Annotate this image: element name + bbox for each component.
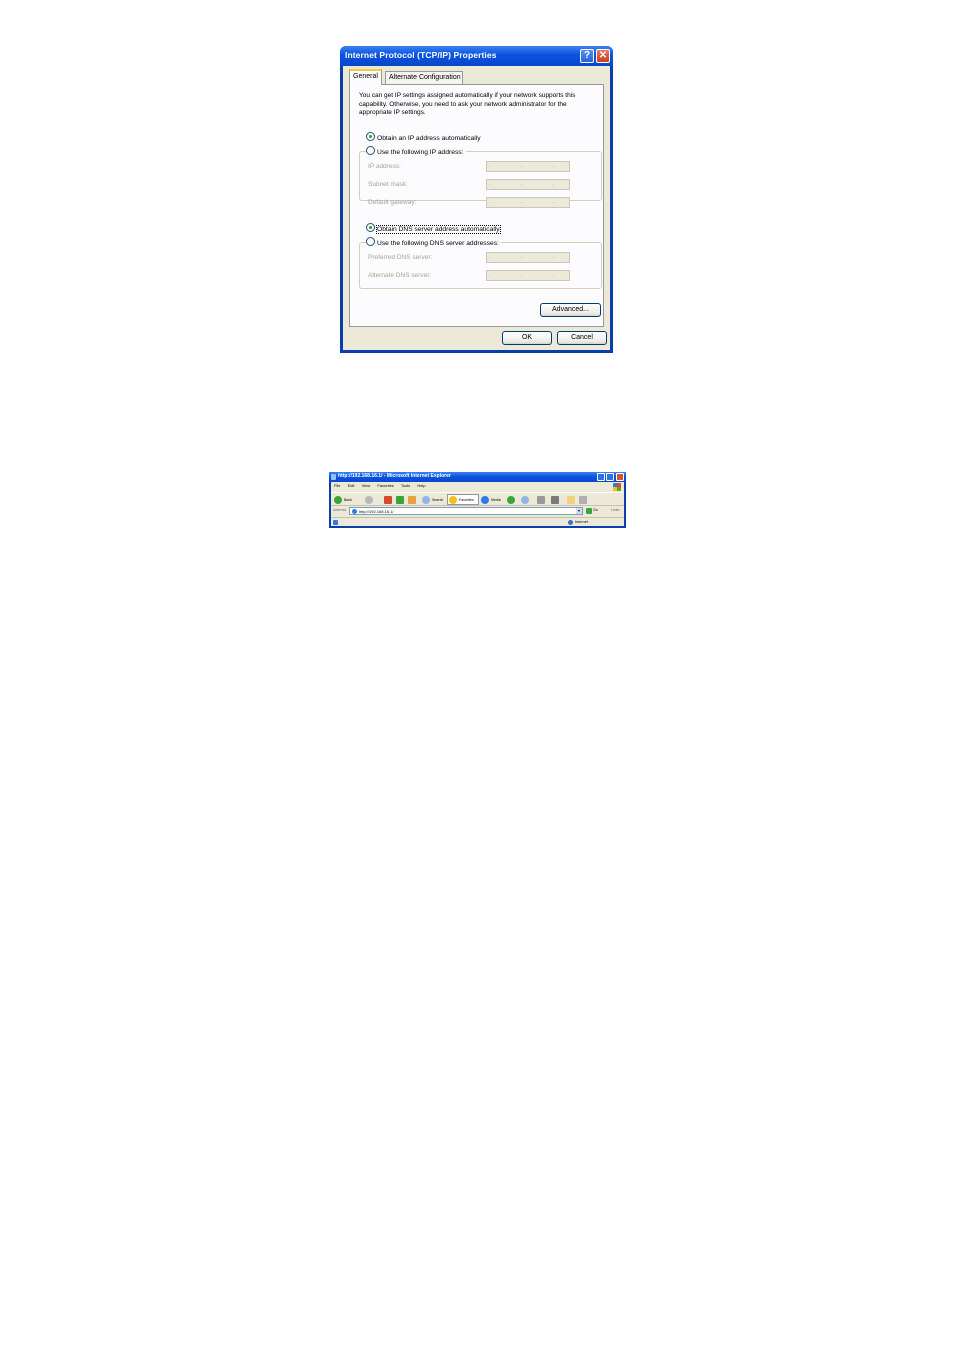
minimize-icon[interactable] <box>597 473 605 481</box>
menu-tools[interactable]: Tools <box>401 483 410 488</box>
page-icon <box>352 509 357 514</box>
help-icon[interactable]: ? <box>580 49 594 63</box>
cancel-button[interactable]: Cancel <box>557 331 607 345</box>
default-gateway-label: Default gateway: <box>368 199 417 206</box>
favorites-label[interactable]: Favorites <box>459 498 474 502</box>
browser-chrome: File Edit View Favorites Tools Help Back… <box>331 482 624 526</box>
advanced-button[interactable]: Advanced... <box>540 303 601 317</box>
default-gateway-field[interactable]: . . . <box>486 197 570 208</box>
obtain-dns-automatically-radio[interactable]: Obtain DNS server address automatically <box>366 223 501 234</box>
menu-help[interactable]: Help <box>417 483 425 488</box>
use-following-dns-radio[interactable]: Use the following DNS server addresses: <box>366 237 501 248</box>
preferred-dns-label: Preferred DNS server: <box>368 254 433 261</box>
address-value[interactable]: http://192.168.16.1/ <box>359 509 393 514</box>
address-label: Address <box>333 508 347 512</box>
ok-button[interactable]: OK <box>502 331 552 345</box>
menu-file[interactable]: File <box>334 483 340 488</box>
links-label[interactable]: Links <box>611 508 619 512</box>
go-button[interactable]: Go <box>593 508 598 512</box>
search-label[interactable]: Search <box>432 498 443 502</box>
dns-server-group <box>359 242 602 289</box>
use-following-dns-label: Use the following DNS server addresses: <box>377 240 499 247</box>
radio-selected-icon[interactable] <box>366 223 375 232</box>
home-icon[interactable] <box>408 496 416 504</box>
back-icon[interactable] <box>334 496 342 504</box>
use-following-ip-radio[interactable]: Use the following IP address: <box>366 146 466 157</box>
forward-icon[interactable] <box>365 496 373 504</box>
subnet-mask-label: Subnet mask: <box>368 181 408 188</box>
use-following-ip-label: Use the following IP address: <box>377 149 464 156</box>
search-icon[interactable] <box>422 496 430 504</box>
menu-edit[interactable]: Edit <box>348 483 355 488</box>
menu-bar: File Edit View Favorites Tools Help <box>334 483 432 489</box>
stop-icon[interactable] <box>384 496 392 504</box>
security-zone-label: Internet <box>575 520 588 524</box>
dialog-title: Internet Protocol (TCP/IP) Properties <box>345 50 497 60</box>
close-icon[interactable] <box>616 473 624 481</box>
alternate-dns-label: Alternate DNS server: <box>368 272 432 279</box>
tcpip-properties-dialog: Internet Protocol (TCP/IP) Properties ? … <box>340 46 613 353</box>
alternate-dns-field[interactable]: . . . <box>486 270 570 281</box>
obtain-dns-automatically-label: Obtain DNS server address automatically <box>376 225 501 234</box>
intro-text: You can get IP settings assigned automat… <box>359 92 576 116</box>
media-icon[interactable] <box>481 496 489 504</box>
browser-title: http://192.168.16.1/ - Microsoft Interne… <box>338 473 451 479</box>
page-status-icon <box>333 520 338 525</box>
back-label[interactable]: Back <box>344 498 352 502</box>
address-bar: Address http://192.168.16.1/ ▾ Go Links <box>331 506 624 516</box>
windows-flag-icon <box>613 483 621 491</box>
favorites-star-icon[interactable] <box>449 496 457 504</box>
obtain-ip-automatically-radio[interactable]: Obtain an IP address automatically <box>366 132 481 143</box>
dialog-title-bar[interactable]: Internet Protocol (TCP/IP) Properties ? … <box>340 46 613 66</box>
preferred-dns-field[interactable]: . . . <box>486 252 570 263</box>
obtain-ip-automatically-label: Obtain an IP address automatically <box>377 135 481 142</box>
menu-favorites[interactable]: Favorites <box>377 483 393 488</box>
close-icon[interactable]: ✕ <box>596 49 610 63</box>
dialog-body: General Alternate Configuration You can … <box>343 66 610 350</box>
radio-selected-icon[interactable] <box>366 132 375 141</box>
standard-toolbar: Back Search Favorites Media <box>331 492 624 506</box>
history-icon[interactable] <box>507 496 515 504</box>
messenger-icon[interactable] <box>579 496 587 504</box>
subnet-mask-field[interactable]: . . . <box>486 179 570 190</box>
address-input[interactable]: http://192.168.16.1/ ▾ <box>349 507 583 515</box>
chevron-down-icon[interactable]: ▾ <box>576 508 582 514</box>
edit-icon[interactable] <box>551 496 559 504</box>
ip-address-group <box>359 151 602 201</box>
radio-unselected-icon[interactable] <box>366 237 375 246</box>
mail-icon[interactable] <box>521 496 529 504</box>
ip-address-field[interactable]: . . . <box>486 161 570 172</box>
tab-general[interactable]: General <box>349 69 382 85</box>
internet-explorer-window: http://192.168.16.1/ - Microsoft Interne… <box>329 472 626 528</box>
folder-icon[interactable] <box>567 496 575 504</box>
status-bar: Internet <box>331 517 624 526</box>
media-label[interactable]: Media <box>491 498 501 502</box>
maximize-icon[interactable] <box>606 473 614 481</box>
ip-address-label: IP address: <box>368 163 401 170</box>
internet-zone-icon <box>568 520 573 525</box>
browser-title-bar[interactable]: http://192.168.16.1/ - Microsoft Interne… <box>329 472 626 482</box>
print-icon[interactable] <box>537 496 545 504</box>
go-arrow-icon[interactable] <box>586 508 592 514</box>
general-tab-panel: You can get IP settings assigned automat… <box>349 84 604 327</box>
menu-view[interactable]: View <box>362 483 371 488</box>
radio-unselected-icon[interactable] <box>366 146 375 155</box>
refresh-icon[interactable] <box>396 496 404 504</box>
ie-logo-icon <box>331 474 336 480</box>
tab-alternate-configuration[interactable]: Alternate Configuration <box>385 71 463 84</box>
